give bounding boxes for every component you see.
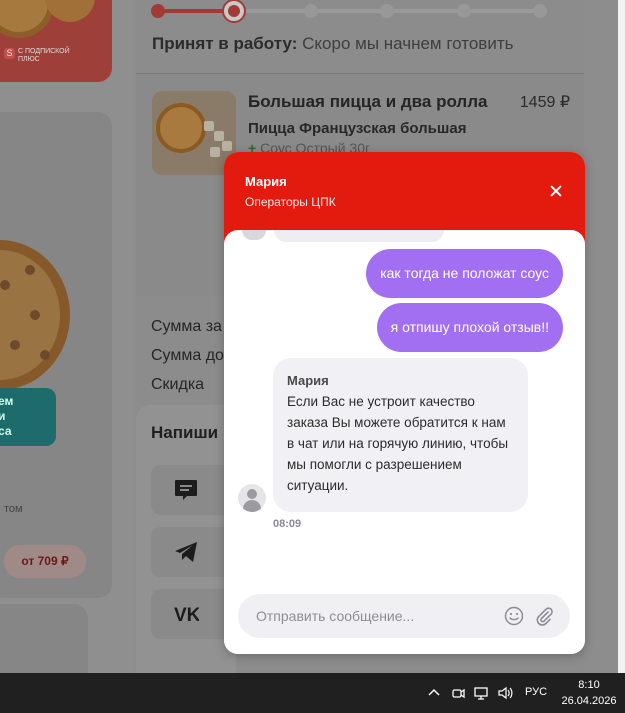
chat-widget: Мария Операторы ЦПК как тогда не положат… [224, 152, 585, 654]
summary-line: Сумма за [151, 318, 222, 335]
product-name-partial: том [4, 503, 23, 515]
message-bubble-incoming [274, 230, 444, 242]
message-bubble-outgoing: я отпишу плохой отзыв!! [376, 303, 563, 352]
contact-sheet: Напиши VK [136, 405, 236, 673]
chat-icon [175, 480, 197, 500]
message-text: Если Вас не устроит качество заказа Вы м… [287, 394, 509, 493]
telegram-icon [175, 542, 197, 562]
order-progress-fill [158, 9, 235, 13]
clock-time: 8:10 [578, 679, 600, 691]
page: S С ПОДПИСКОЙ ПЛЮС ем и са том от 709 ₽ … [0, 0, 625, 673]
promo-subscription-text: С ПОДПИСКОЙ ПЛЮС [18, 48, 70, 63]
meet-now-icon[interactable] [450, 685, 466, 701]
message-time: 08:09 [273, 518, 302, 530]
contact-sheet-title: Напиши [151, 423, 219, 442]
operator-name: Мария [245, 174, 287, 189]
message-input[interactable] [256, 594, 496, 638]
chevron-up-icon[interactable] [426, 685, 442, 701]
message-bubble-incoming: Мария Если Вас не устроит качество заказ… [273, 358, 528, 512]
order-progress-bar [151, 1, 547, 21]
network-icon[interactable] [473, 685, 489, 701]
product-price-button[interactable]: от 709 ₽ [4, 545, 86, 578]
vk-icon: VK [174, 605, 199, 626]
order-summary: Сумма за Сумма до Скидка [151, 312, 224, 399]
scrollbar[interactable] [618, 0, 625, 673]
message-input-bar [238, 594, 570, 638]
volume-icon[interactable] [497, 685, 513, 701]
product-card[interactable] [0, 604, 88, 673]
message-author: Мария [287, 373, 329, 388]
chat-messages[interactable]: как тогда не положат соус я отпишу плохо… [224, 230, 585, 654]
order-subitem: Пицца Французская большая [248, 120, 467, 137]
input-language[interactable]: РУС [525, 686, 547, 698]
product-column: S С ПОДПИСКОЙ ПЛЮС ем и са том от 709 ₽ [0, 0, 135, 673]
order-status-value: Скоро мы начнем готовить [302, 34, 514, 53]
progress-step [151, 4, 165, 18]
close-icon[interactable] [545, 180, 567, 202]
progress-step [303, 4, 318, 18]
product-tag: ем и са [0, 388, 56, 446]
progress-step [456, 4, 471, 18]
order-status-label: Принят в работу: [152, 34, 298, 53]
progress-step [380, 4, 395, 18]
progress-step [224, 1, 245, 21]
svg-text:VK: VK [174, 605, 199, 626]
order-item-title: Большая пицца и два ролла [248, 92, 488, 111]
system-clock[interactable]: 8:10 26.04.2026 [560, 677, 618, 709]
avatar [242, 230, 266, 240]
operator-group: Операторы ЦПК [245, 195, 336, 209]
promo-banner[interactable]: S С ПОДПИСКОЙ ПЛЮС [0, 0, 112, 82]
emoji-icon[interactable] [504, 606, 524, 626]
taskbar: РУС 8:10 26.04.2026 [0, 673, 625, 713]
plus-subscription-icon: S [4, 48, 15, 59]
summary-line: Сумма до [151, 347, 224, 364]
progress-step [533, 4, 547, 18]
summary-line: Скидка [151, 376, 205, 393]
chat-contact-button[interactable] [151, 465, 235, 515]
operator-avatar [238, 484, 266, 512]
order-status: Принят в работу: Скоро мы начнем готовит… [152, 34, 513, 54]
clock-date: 26.04.2026 [561, 695, 617, 707]
telegram-contact-button[interactable] [151, 527, 235, 577]
vk-contact-button[interactable]: VK [151, 589, 235, 639]
message-bubble-outgoing: как тогда не положат соус [366, 249, 563, 298]
pizza-image [45, 0, 95, 22]
attachment-icon[interactable] [534, 606, 554, 626]
order-item-price: 1459 ₽ [519, 94, 570, 111]
